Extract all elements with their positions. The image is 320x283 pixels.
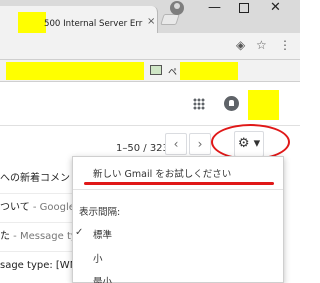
check-icon: ✓	[75, 227, 84, 238]
email-snippet: - Message typ	[13, 231, 74, 242]
gmail-header	[0, 82, 300, 126]
settings-dropdown-menu: 新しい Gmail をお試しください 表示間隔: ✓ 標準 小 最小	[72, 156, 284, 283]
screen: 500 Internal Server Err × — ✕ ◈ ☆ ⋮ ペ 1–…	[0, 0, 300, 283]
notifications-icon[interactable]	[224, 96, 239, 111]
email-row[interactable]: ついて - Google	[0, 194, 74, 222]
density-header-label: 表示間隔:	[79, 207, 121, 218]
redacted-bookmark-label	[180, 62, 238, 80]
menu-icon[interactable]: ⋮	[279, 39, 291, 51]
redacted-bookmarks	[6, 62, 144, 80]
next-page-button[interactable]: ›	[189, 133, 211, 155]
tab-title: 500 Internal Server Err	[44, 19, 143, 29]
email-row[interactable]: た - Message typ	[0, 223, 74, 251]
bookmark-label[interactable]: ペ	[168, 65, 177, 78]
menu-item-label: 標準	[93, 230, 113, 241]
address-bar[interactable]: ◈ ☆ ⋮	[0, 33, 300, 60]
prev-page-button[interactable]: ‹	[165, 133, 187, 155]
email-subject: ついて	[0, 202, 30, 213]
email-row[interactable]: sage type: [WNC	[0, 252, 74, 280]
browser-tab[interactable]: 500 Internal Server Err ×	[0, 6, 158, 36]
email-subject: た	[0, 231, 10, 242]
apps-grid-icon[interactable]	[193, 98, 205, 110]
menu-divider	[73, 189, 283, 190]
maximize-button[interactable]	[239, 3, 249, 13]
minimize-button[interactable]: —	[208, 1, 221, 14]
menu-item-label: 小	[93, 254, 103, 265]
annotation-circle	[211, 124, 290, 160]
annotation-underline	[84, 182, 274, 185]
email-subject: への新着コメン	[0, 173, 70, 184]
avatar[interactable]	[248, 90, 279, 120]
profile-icon[interactable]	[170, 1, 184, 15]
bookmark-star-icon[interactable]: ☆	[256, 39, 267, 51]
close-window-button[interactable]: ✕	[270, 1, 281, 14]
email-snippet: - Google	[29, 202, 74, 213]
browser-tab-strip: 500 Internal Server Err × — ✕	[0, 0, 300, 36]
image-bookmark-icon[interactable]	[150, 65, 162, 75]
menu-item-label: 最小	[93, 277, 113, 283]
new-tab-button[interactable]	[160, 14, 180, 25]
email-row[interactable]: への新着コメン	[0, 165, 74, 193]
bookmarks-bar: ペ	[0, 60, 300, 82]
menu-item-label: 新しい Gmail をお試しください	[93, 169, 232, 180]
extension-icon[interactable]: ◈	[236, 39, 245, 51]
tab-close-icon[interactable]: ×	[147, 17, 155, 27]
email-subject: sage type: [WNC	[0, 260, 74, 271]
